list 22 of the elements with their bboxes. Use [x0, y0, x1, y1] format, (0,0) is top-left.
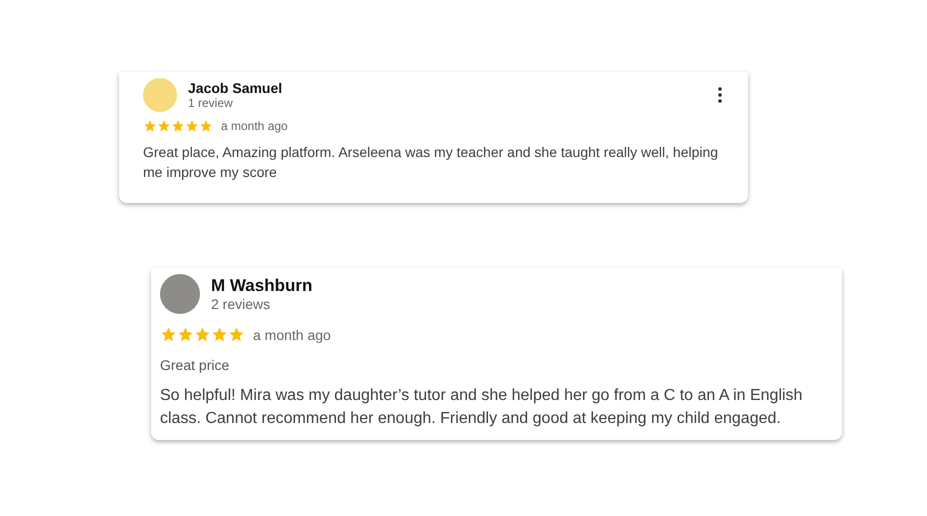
avatar-icon [160, 274, 200, 314]
star-icon [171, 119, 185, 133]
review-count: 1 review [188, 96, 234, 110]
star-icon [194, 326, 211, 343]
avatar-icon [143, 78, 177, 112]
reviewer-name: Jacob Samuel [188, 80, 284, 96]
star-icon [157, 119, 171, 133]
more-menu-icon[interactable] [718, 87, 722, 103]
review-time: a month ago [253, 326, 331, 342]
review-text: Great place, Amazing platform. Arseleena was my teacher and she taught really well, helping me improve my score [143, 143, 720, 182]
star-icon [199, 119, 213, 133]
review-time: a month ago [221, 119, 288, 133]
star-icon [211, 326, 228, 343]
star-icon [160, 326, 177, 343]
star-icon [177, 326, 194, 343]
review-highlight: Great price [160, 357, 230, 373]
review-text: So helpful! Mira was my daughter’s tutor and she helped her go from a C to an A in English class. Cannot recommend her enough. Friendly and good at keeping my child engaged. [160, 386, 804, 429]
star-icon [228, 326, 245, 343]
star-icon [143, 119, 157, 133]
star-icon [185, 119, 199, 133]
reviewer-name: M Washburn [211, 276, 314, 296]
review-count: 2 reviews [211, 296, 272, 312]
